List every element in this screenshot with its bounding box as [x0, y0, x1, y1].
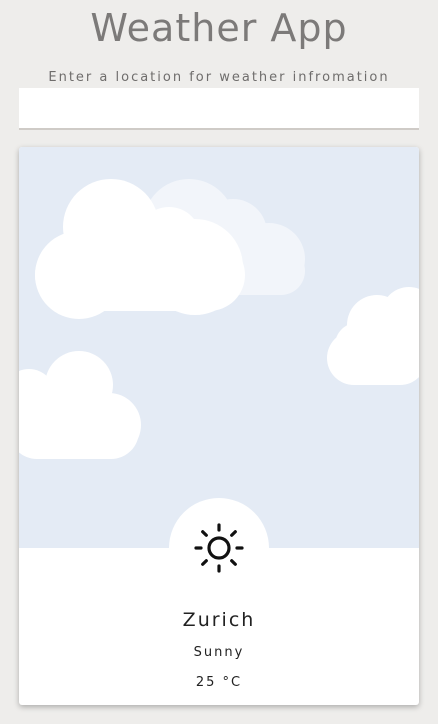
right-cloud — [327, 287, 419, 385]
city-name: Zurich — [182, 609, 256, 631]
weather-app: Weather App Enter a location for weather… — [0, 0, 438, 724]
location-prompt: Enter a location for weather infromation — [48, 70, 390, 85]
left-cloud — [19, 351, 141, 459]
page-title: Weather App — [90, 6, 348, 50]
weather-card: Zurich Sunny 25 °C — [19, 147, 419, 705]
temperature: 25 °C — [195, 675, 243, 690]
sun-icon — [194, 523, 244, 573]
sky-illustration — [19, 147, 419, 548]
weather-condition: Sunny — [193, 645, 245, 660]
location-input[interactable] — [19, 88, 419, 130]
clouds-illustration — [19, 179, 419, 459]
